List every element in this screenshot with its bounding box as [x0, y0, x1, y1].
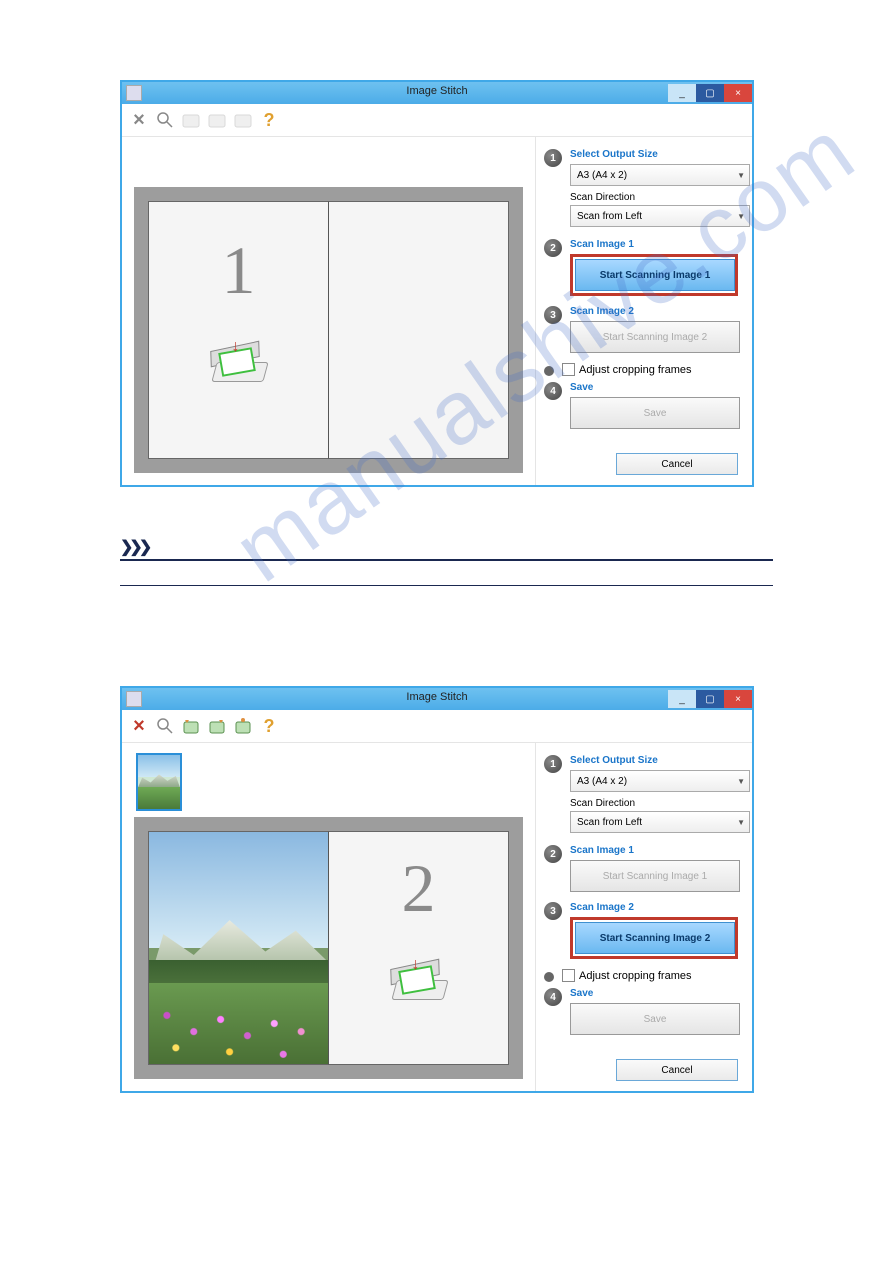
scanner-icon: ↓ — [204, 340, 274, 390]
chevron-down-icon: ▼ — [737, 818, 745, 827]
preview-page-1: 1 ↓ — [148, 201, 329, 459]
minimize-button[interactable]: _ — [668, 84, 696, 102]
close-button[interactable]: × — [724, 84, 752, 102]
step-badge-1: 1 — [544, 149, 562, 167]
highlight-box: Start Scanning Image 1 — [570, 254, 738, 296]
step-badge-1: 1 — [544, 755, 562, 773]
side-panel: 1 Select Output Size A3 (A4 x 2) ▼ Scan … — [535, 137, 752, 485]
step3-title: Scan Image 2 — [570, 306, 738, 317]
window-title: Image Stitch — [406, 85, 467, 97]
step-badge-3: 3 — [544, 902, 562, 920]
app-icon — [126, 85, 142, 101]
start-scan-1-button[interactable]: Start Scanning Image 1 — [575, 259, 735, 291]
preview-page-2 — [329, 201, 509, 459]
adjust-crop-label: Adjust cropping frames — [579, 364, 692, 376]
preview-pane: 2 ↓ — [134, 817, 523, 1079]
save-button[interactable]: Save — [570, 1003, 740, 1035]
zoom-icon[interactable] — [154, 109, 176, 131]
window-title: Image Stitch — [406, 691, 467, 703]
app-icon — [126, 691, 142, 707]
preview-pane: 1 ↓ — [134, 187, 523, 473]
step4-title: Save — [570, 988, 738, 999]
scan-direction-select[interactable]: Scan from Left ▼ — [570, 811, 750, 833]
delete-icon[interactable]: × — [128, 109, 150, 131]
thumbnail-strip — [134, 753, 523, 811]
output-size-select[interactable]: A3 (A4 x 2) ▼ — [570, 164, 750, 186]
thumbnail-3-icon[interactable] — [232, 109, 254, 131]
image-stitch-dialog-2: Image Stitch _ ▢ × × ? — [120, 686, 754, 1093]
maximize-button[interactable]: ▢ — [696, 690, 724, 708]
chevron-down-icon: ▼ — [737, 212, 745, 221]
step-dot — [544, 366, 554, 376]
titlebar: Image Stitch _ ▢ × — [122, 82, 752, 104]
note-arrows-icon: ❯❯❯ — [120, 537, 773, 557]
adjust-crop-checkbox[interactable] — [562, 969, 575, 982]
rotate-180-icon[interactable] — [232, 715, 254, 737]
scan-direction-label: Scan Direction — [570, 192, 738, 203]
step-badge-2: 2 — [544, 239, 562, 257]
minimize-button[interactable]: _ — [668, 690, 696, 708]
step-dot — [544, 972, 554, 982]
zoom-icon[interactable] — [154, 715, 176, 737]
chevron-down-icon: ▼ — [737, 777, 745, 786]
window-controls: _ ▢ × — [668, 690, 752, 708]
scanner-icon: ↓ — [384, 958, 454, 1008]
rotate-right-icon[interactable] — [206, 715, 228, 737]
preview-column: 1 ↓ — [122, 137, 535, 485]
adjust-crop-label: Adjust cropping frames — [579, 970, 692, 982]
image-stitch-dialog-1: Image Stitch _ ▢ × × ? 1 — [120, 80, 754, 487]
step2-title: Scan Image 1 — [570, 845, 738, 856]
highlight-box: Start Scanning Image 2 — [570, 917, 738, 959]
preview-column: 2 ↓ — [122, 743, 535, 1091]
save-button[interactable]: Save — [570, 397, 740, 429]
cancel-button[interactable]: Cancel — [616, 1059, 738, 1081]
thumbnail-1-icon[interactable] — [180, 109, 202, 131]
step2-title: Scan Image 1 — [570, 239, 738, 250]
delete-icon[interactable]: × — [128, 715, 150, 737]
page-number-2: 2 — [402, 849, 436, 928]
toolbar: × ? — [122, 104, 752, 137]
preview-page-1-scanned — [148, 831, 329, 1065]
scan-direction-select[interactable]: Scan from Left ▼ — [570, 205, 750, 227]
window-controls: _ ▢ × — [668, 84, 752, 102]
help-icon[interactable]: ? — [258, 109, 280, 131]
rotate-left-icon[interactable] — [180, 715, 202, 737]
scan-direction-value: Scan from Left — [577, 211, 642, 222]
scan-direction-label: Scan Direction — [570, 798, 738, 809]
side-panel: 1 Select Output Size A3 (A4 x 2) ▼ Scan … — [535, 743, 752, 1091]
step-badge-2: 2 — [544, 845, 562, 863]
start-scan-2-button[interactable]: Start Scanning Image 2 — [575, 922, 735, 954]
chevron-down-icon: ▼ — [737, 171, 745, 180]
maximize-button[interactable]: ▢ — [696, 84, 724, 102]
adjust-crop-checkbox[interactable] — [562, 363, 575, 376]
close-button[interactable]: × — [724, 690, 752, 708]
step4-title: Save — [570, 382, 738, 393]
cancel-button[interactable]: Cancel — [616, 453, 738, 475]
step1-title: Select Output Size — [570, 755, 738, 766]
thumbnail-image-1[interactable] — [136, 753, 182, 811]
page-number-1: 1 — [222, 231, 256, 310]
help-icon[interactable]: ? — [258, 715, 280, 737]
preview-page-2: 2 ↓ — [329, 831, 509, 1065]
toolbar: × ? — [122, 710, 752, 743]
step-badge-4: 4 — [544, 988, 562, 1006]
output-size-value: A3 (A4 x 2) — [577, 776, 627, 787]
titlebar: Image Stitch _ ▢ × — [122, 688, 752, 710]
start-scan-1-button[interactable]: Start Scanning Image 1 — [570, 860, 740, 892]
step1-title: Select Output Size — [570, 149, 738, 160]
output-size-select[interactable]: A3 (A4 x 2) ▼ — [570, 770, 750, 792]
scan-direction-value: Scan from Left — [577, 817, 642, 828]
output-size-value: A3 (A4 x 2) — [577, 170, 627, 181]
thumbnail-2-icon[interactable] — [206, 109, 228, 131]
start-scan-2-button[interactable]: Start Scanning Image 2 — [570, 321, 740, 353]
note-section: ❯❯❯ — [120, 537, 773, 586]
step-badge-4: 4 — [544, 382, 562, 400]
step-badge-3: 3 — [544, 306, 562, 324]
step3-title: Scan Image 2 — [570, 902, 738, 913]
